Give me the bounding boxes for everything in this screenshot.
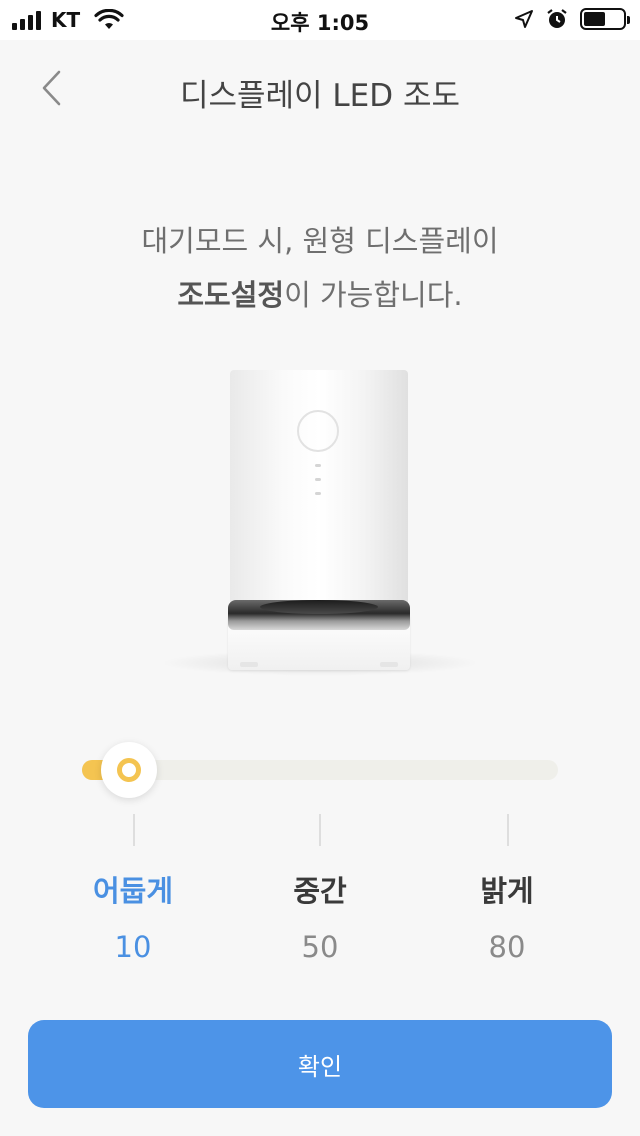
location-arrow-icon [515,10,533,28]
nav-bar: 디스플레이 LED 조도 [0,40,640,136]
status-right [514,8,630,30]
slider-thumb-ring [117,758,141,782]
device-foot [240,662,258,667]
slider-tick [133,814,135,846]
level-option-bright[interactable]: 밝게 80 [427,868,587,964]
level-option-medium[interactable]: 중간 50 [240,868,400,964]
description-rest: 이 가능합니다. [284,278,463,312]
display-ring-icon [297,410,339,452]
page-title: 디스플레이 LED 조도 [179,78,461,114]
level-value: 80 [488,930,526,964]
slider-thumb[interactable] [101,742,157,798]
description-text: 대기모드 시, 원형 디스플레이 조도설정이 가능합니다. [0,214,640,322]
device-indicator-dot [315,492,321,495]
slider-tick [319,814,321,846]
level-name: 밝게 [480,874,534,908]
description-line-2: 조도설정이 가능합니다. [0,268,640,322]
feeder-device-image [140,360,500,680]
alarm-icon [547,9,567,28]
battery-icon [580,8,630,30]
level-value: 10 [114,930,152,964]
confirm-button[interactable]: 확인 [28,1020,612,1108]
level-option-dark[interactable]: 어둡게 10 [53,868,213,964]
level-name: 어둡게 [92,874,174,908]
level-name: 중간 [293,874,347,908]
device-foot [380,662,398,667]
status-bar: KT 오후 1:05 [0,0,640,40]
device-bowl-inner [260,600,378,614]
brightness-slider[interactable] [82,742,558,798]
description-bold: 조도설정 [177,278,285,312]
slider-tick [507,814,509,846]
level-value: 50 [301,930,339,964]
description-line-1: 대기모드 시, 원형 디스플레이 [141,224,499,258]
device-indicator-dot [315,478,321,481]
device-indicator-dot [315,464,321,467]
